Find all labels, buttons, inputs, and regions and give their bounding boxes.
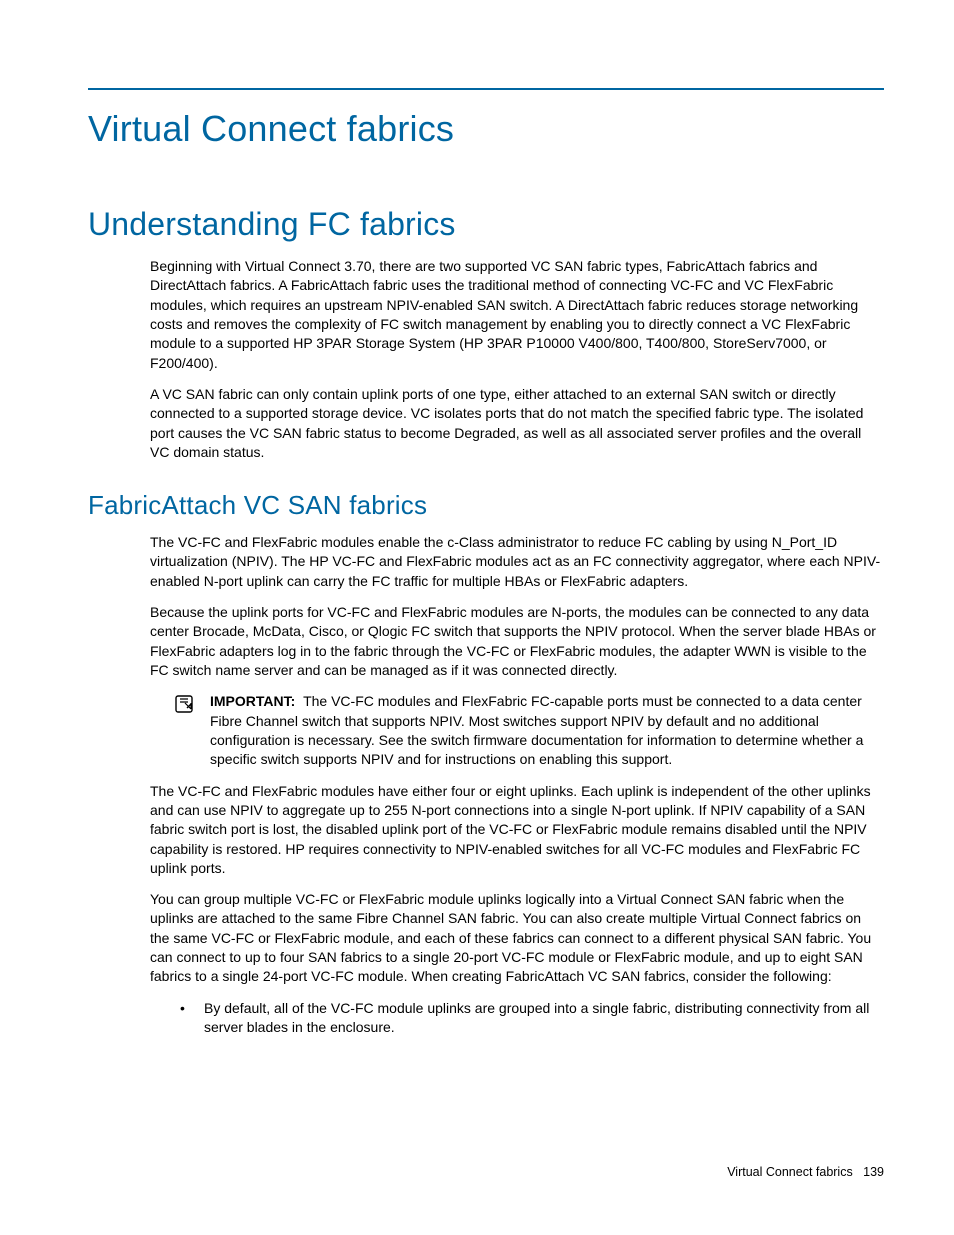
footer-page-number: 139	[863, 1165, 884, 1179]
subsection-body: The VC-FC and FlexFabric modules enable …	[150, 533, 884, 1037]
important-body: The VC-FC modules and FlexFabric FC-capa…	[210, 693, 863, 767]
section-title: Understanding FC fabrics	[88, 206, 884, 243]
bullet-list: By default, all of the VC-FC module upli…	[174, 999, 884, 1038]
section-body: Beginning with Virtual Connect 3.70, the…	[150, 257, 884, 462]
subsection-title: FabricAttach VC SAN fabrics	[88, 490, 884, 521]
important-text: IMPORTANT: The VC-FC modules and FlexFab…	[210, 692, 884, 769]
paragraph: The VC-FC and FlexFabric modules enable …	[150, 533, 884, 591]
top-rule	[88, 88, 884, 90]
paragraph: You can group multiple VC-FC or FlexFabr…	[150, 890, 884, 987]
chapter-title: Virtual Connect fabrics	[88, 108, 884, 150]
page-footer: Virtual Connect fabrics 139	[727, 1165, 884, 1179]
footer-title: Virtual Connect fabrics	[727, 1165, 853, 1179]
paragraph: The VC-FC and FlexFabric modules have ei…	[150, 782, 884, 879]
important-note: IMPORTANT: The VC-FC modules and FlexFab…	[174, 692, 884, 769]
paragraph: Because the uplink ports for VC-FC and F…	[150, 603, 884, 680]
paragraph: Beginning with Virtual Connect 3.70, the…	[150, 257, 884, 373]
list-item: By default, all of the VC-FC module upli…	[174, 999, 884, 1038]
paragraph: A VC SAN fabric can only contain uplink …	[150, 385, 884, 462]
document-page: Virtual Connect fabrics Understanding FC…	[0, 0, 954, 1235]
important-icon	[174, 694, 194, 719]
important-label: IMPORTANT:	[210, 693, 295, 709]
